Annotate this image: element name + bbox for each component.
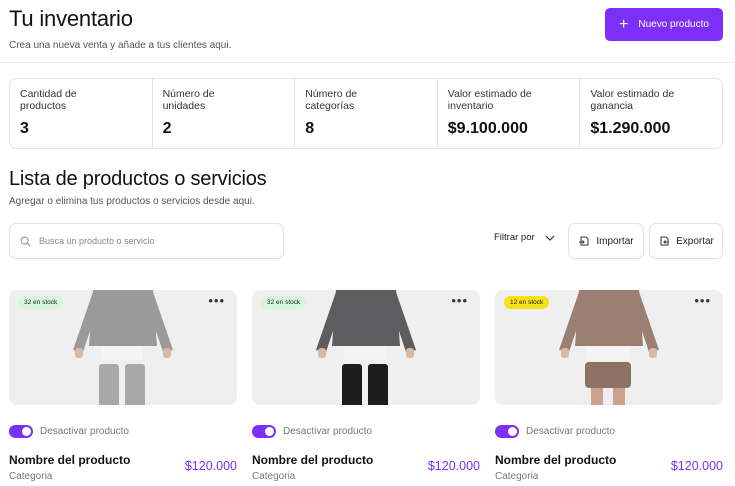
product-price: $120.000 (427, 459, 480, 473)
stat-label: Valor estimado de inventario (447, 88, 532, 112)
search-icon (20, 236, 31, 247)
page-title: Tu inventario (9, 6, 133, 31)
product-name: Nombre del producto (9, 453, 131, 467)
plus-icon: + (619, 15, 629, 33)
stat-unit-count: Número de unidades 2 (153, 79, 296, 148)
product-category: Categoria (495, 471, 539, 482)
stat-value: 3 (20, 120, 29, 137)
new-product-button[interactable]: + Nuevo producto (605, 8, 723, 41)
chevron-down-icon (545, 235, 555, 241)
filter-label: Filtrar por (494, 232, 535, 243)
import-label: Importar (596, 235, 634, 247)
product-price: $120.000 (184, 459, 237, 473)
stat-value: $9.100.000 (447, 120, 528, 137)
product-image[interactable]: 12 en stock ••• (495, 290, 723, 405)
stat-value: $1.290.000 (590, 120, 671, 137)
stock-badge: 32 en stock (261, 296, 307, 309)
product-photo (73, 290, 173, 405)
product-category: Categoria (9, 471, 53, 482)
more-options-icon[interactable]: ••• (208, 293, 225, 308)
product-category: Categoria (252, 471, 296, 482)
toggle-switch[interactable] (495, 425, 519, 438)
section-subtitle: Agregar o elimina tus productos o servic… (9, 196, 255, 207)
stat-label: Número de unidades (162, 88, 215, 112)
toggle-switch[interactable] (9, 425, 33, 438)
deactivate-toggle-row[interactable]: Desactivar producto (9, 425, 129, 438)
stat-profit-value: Valor estimado de ganancia $1.290.000 (580, 79, 722, 148)
product-photo (559, 290, 659, 405)
section-title: Lista de productos o servicios (9, 168, 267, 190)
import-icon (579, 236, 589, 246)
product-card[interactable]: 32 en stock ••• Desactivar producto Nomb… (9, 290, 237, 486)
stat-category-count: Número de categorías 8 (295, 79, 438, 148)
page-subtitle: Crea una nueva venta y añade a tus clien… (9, 40, 232, 51)
export-button[interactable]: Exportar (649, 223, 723, 259)
product-image[interactable]: 32 en stock ••• (9, 290, 237, 405)
stat-label: Valor estimado de ganancia (590, 88, 675, 112)
import-button[interactable]: Importar (568, 223, 644, 259)
deactivate-toggle-row[interactable]: Desactivar producto (495, 425, 615, 438)
export-icon (660, 236, 670, 246)
stats-panel: Cantidad de productos 3 Número de unidad… (9, 78, 723, 149)
stat-value: 2 (162, 120, 172, 137)
filter-dropdown[interactable]: Filtrar por (494, 232, 555, 243)
more-options-icon[interactable]: ••• (694, 293, 711, 308)
toggle-label: Desactivar producto (40, 426, 129, 437)
product-image[interactable]: 32 en stock ••• (252, 290, 480, 405)
product-name: Nombre del producto (495, 453, 617, 467)
toggle-label: Desactivar producto (526, 426, 615, 437)
toggle-switch[interactable] (252, 425, 276, 438)
search-input[interactable] (39, 236, 259, 246)
stat-label: Cantidad de productos (20, 88, 77, 112)
new-product-label: Nuevo producto (638, 19, 709, 30)
stat-label: Número de categorías (305, 88, 358, 112)
stat-product-count: Cantidad de productos 3 (10, 79, 153, 148)
product-photo (316, 290, 416, 405)
product-card[interactable]: 32 en stock ••• Desactivar producto Nomb… (252, 290, 480, 486)
export-label: Exportar (676, 235, 714, 247)
stock-badge: 12 en stock (504, 296, 550, 309)
more-options-icon[interactable]: ••• (451, 293, 468, 308)
product-card[interactable]: 12 en stock ••• Desactivar producto Nomb… (495, 290, 723, 486)
search-box[interactable] (9, 223, 284, 259)
stock-badge: 32 en stock (18, 296, 64, 309)
stat-value: 8 (305, 120, 315, 137)
divider (0, 62, 735, 63)
stat-inventory-value: Valor estimado de inventario $9.100.000 (438, 79, 581, 148)
page-header: Tu inventario Crea una nueva venta y aña… (9, 6, 725, 58)
deactivate-toggle-row[interactable]: Desactivar producto (252, 425, 372, 438)
toggle-label: Desactivar producto (283, 426, 372, 437)
product-price: $120.000 (670, 459, 723, 473)
product-name: Nombre del producto (252, 453, 374, 467)
